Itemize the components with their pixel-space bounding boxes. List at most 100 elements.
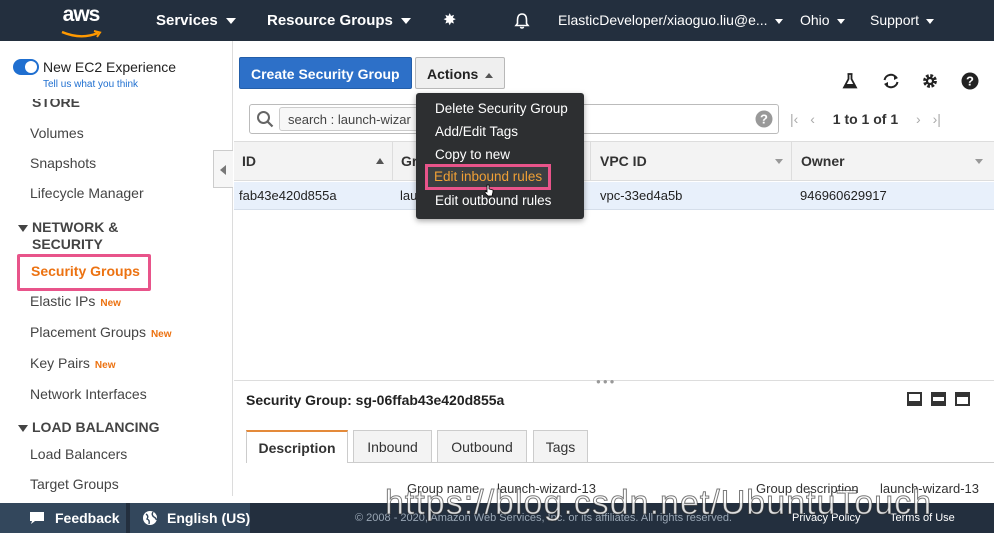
sidebar-item-snapshots[interactable]: Snapshots <box>30 155 96 171</box>
tab-underline <box>246 462 994 463</box>
svg-text:?: ? <box>966 74 974 89</box>
watermark-text: https://blog.csdn.net/UbuntuTouch <box>384 484 933 523</box>
services-label: Services <box>156 12 218 29</box>
account-menu[interactable]: ElasticDeveloper/xiaoguo.liu@e... <box>558 0 783 41</box>
cell-group-name: lau <box>400 188 418 203</box>
new-experience-toggle[interactable] <box>13 59 39 75</box>
chevron-down-icon <box>926 18 935 24</box>
menu-item-add-edit-tags[interactable]: Add/Edit Tags <box>435 123 518 141</box>
cell-vpc-id: vpc-33ed4a5b <box>600 188 683 203</box>
table-row[interactable]: fab43e420d855a lau vpc-33ed4a5b 94696062… <box>234 182 994 210</box>
sidebar-item-security-groups[interactable]: Security Groups <box>31 263 140 279</box>
sidebar: New EC2 Experience Tell us what you thin… <box>0 41 233 496</box>
sidebar-item-lifecycle-manager[interactable]: Lifecycle Manager <box>30 185 144 201</box>
column-header-group-name[interactable]: Gr <box>401 142 417 180</box>
gear-icon[interactable] <box>921 72 939 90</box>
pane-split-icon[interactable] <box>931 392 946 406</box>
first-page-icon[interactable]: |‹ <box>790 111 798 127</box>
language-label: English (US) <box>167 510 251 526</box>
section-storage-heading: STORE <box>32 99 80 111</box>
help-icon[interactable]: ? <box>961 72 979 90</box>
aws-logo[interactable]: aws <box>58 3 104 38</box>
triangle-down-icon <box>18 424 28 432</box>
sidebar-item-target-groups[interactable]: Target Groups <box>30 476 119 492</box>
pane-bottom-icon[interactable] <box>907 392 922 406</box>
sidebar-item-network-interfaces[interactable]: Network Interfaces <box>30 386 147 402</box>
feedback-link[interactable]: Tell us what you think <box>43 79 138 90</box>
search-help-icon[interactable]: ? <box>755 110 773 128</box>
chevron-down-icon <box>225 18 236 25</box>
last-page-icon[interactable]: ›| <box>933 111 941 127</box>
menu-item-delete-security-group[interactable]: Delete Security Group <box>435 100 568 118</box>
chevron-down-icon <box>774 18 783 24</box>
collapse-sidebar-button[interactable] <box>213 150 233 188</box>
top-navigation-bar: aws Services Resource Groups ✸ ElasticDe… <box>0 0 994 41</box>
section-load-balancing[interactable]: LOAD BALANCING <box>18 419 160 436</box>
support-menu[interactable]: Support <box>870 0 935 41</box>
globe-icon <box>143 511 158 525</box>
language-selector[interactable]: English (US) <box>130 503 250 533</box>
region-label: Ohio <box>800 12 830 28</box>
sort-ascending-icon[interactable] <box>376 158 384 164</box>
cell-owner: 946960629917 <box>800 188 887 203</box>
search-token-text: search : launch-wizar <box>288 112 411 127</box>
sidebar-item-load-balancers[interactable]: Load Balancers <box>30 446 127 462</box>
aws-logo-text: aws <box>62 3 101 26</box>
sidebar-item-key-pairs[interactable]: Key Pairs New <box>30 355 115 371</box>
tab-inbound[interactable]: Inbound <box>353 430 432 462</box>
next-page-icon[interactable]: › <box>916 111 921 127</box>
region-menu[interactable]: Ohio <box>800 0 845 41</box>
actions-label: Actions <box>427 66 479 82</box>
chevron-up-icon <box>485 72 494 78</box>
search-filter-token[interactable]: search : launch-wizar <box>279 107 420 131</box>
bell-icon[interactable] <box>513 0 531 41</box>
placement-groups-label: Placement Groups <box>30 324 146 340</box>
tab-tags[interactable]: Tags <box>533 430 588 462</box>
account-label: ElasticDeveloper/xiaoguo.liu@e... <box>558 12 768 28</box>
services-menu[interactable]: Services <box>156 0 236 41</box>
flask-icon[interactable] <box>841 72 859 90</box>
column-header-id[interactable]: ID <box>242 142 256 180</box>
resource-groups-label: Resource Groups <box>267 12 393 29</box>
section-network-security[interactable]: NETWORK & SECURITY <box>18 219 118 253</box>
tab-description[interactable]: Description <box>246 430 348 463</box>
details-title: Security Group: sg-06ffab43e420d855a <box>246 392 505 408</box>
support-label: Support <box>870 12 920 28</box>
column-separator <box>791 142 792 180</box>
sidebar-item-volumes[interactable]: Volumes <box>30 125 84 141</box>
tab-outbound[interactable]: Outbound <box>437 430 527 462</box>
actions-button[interactable]: Actions <box>415 57 506 89</box>
section-load-balancing-text: LOAD BALANCING <box>32 419 160 435</box>
resource-groups-menu[interactable]: Resource Groups <box>267 0 411 41</box>
section-storage-text: STORE <box>32 99 80 110</box>
sidebar-item-elastic-ips[interactable]: Elastic IPs New <box>30 293 121 309</box>
column-separator <box>590 142 591 180</box>
new-badge: New <box>94 360 116 371</box>
feedback-label: Feedback <box>55 510 120 526</box>
feedback-button[interactable]: Feedback <box>0 503 126 533</box>
pagination: |‹ ‹ 1 to 1 of 1 › ›| <box>790 104 941 134</box>
triangle-down-icon <box>18 224 28 232</box>
pin-icon[interactable]: ✸ <box>443 0 456 41</box>
column-header-owner[interactable]: Owner <box>801 142 845 180</box>
sort-icon[interactable] <box>775 159 783 164</box>
section-network-line1: NETWORK & <box>32 219 119 235</box>
new-experience-label: New EC2 Experience <box>43 59 177 75</box>
search-icon <box>257 111 274 128</box>
new-badge: New <box>100 298 121 309</box>
pane-splitter[interactable]: ●●● <box>234 377 994 386</box>
section-network-line2: SECURITY <box>32 236 103 252</box>
menu-item-copy-to-new[interactable]: Copy to new <box>435 146 510 164</box>
elastic-ips-label: Elastic IPs <box>30 293 96 309</box>
pane-top-icon[interactable] <box>955 392 970 406</box>
aws-smile-icon <box>61 30 102 38</box>
sort-icon[interactable] <box>975 159 983 164</box>
refresh-icon[interactable] <box>881 72 899 90</box>
cell-id: fab43e420d855a <box>239 188 337 203</box>
svg-text:?: ? <box>760 112 768 127</box>
create-security-group-button[interactable]: Create Security Group <box>239 57 412 89</box>
prev-page-icon[interactable]: ‹ <box>810 111 815 127</box>
new-badge: New <box>150 329 172 340</box>
sidebar-item-placement-groups[interactable]: Placement Groups New <box>30 324 172 340</box>
column-header-vpc-id[interactable]: VPC ID <box>600 142 647 180</box>
